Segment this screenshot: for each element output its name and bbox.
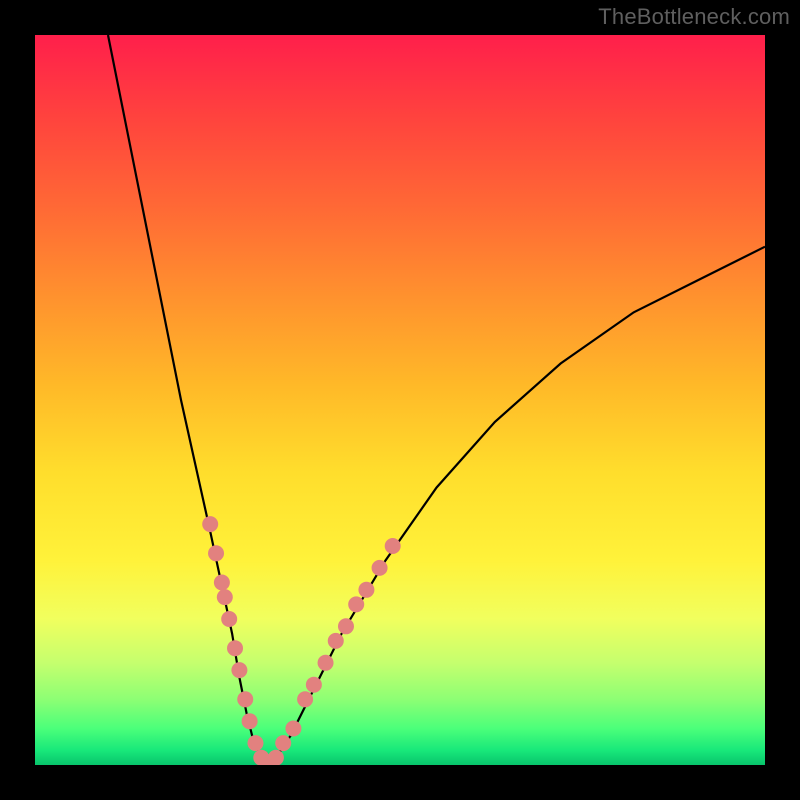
chart-svg xyxy=(35,35,765,765)
scatter-point xyxy=(237,691,253,707)
scatter-point xyxy=(328,633,344,649)
scatter-points xyxy=(202,516,401,765)
scatter-point xyxy=(348,596,364,612)
watermark-text: TheBottleneck.com xyxy=(598,4,790,30)
scatter-point xyxy=(202,516,218,532)
scatter-point xyxy=(227,640,243,656)
scatter-point xyxy=(214,575,230,591)
chart-frame: TheBottleneck.com xyxy=(0,0,800,800)
scatter-point xyxy=(385,538,401,554)
scatter-point xyxy=(242,713,258,729)
scatter-point xyxy=(297,691,313,707)
scatter-point xyxy=(268,750,284,765)
scatter-point xyxy=(247,735,263,751)
scatter-point xyxy=(372,560,388,576)
scatter-point xyxy=(358,582,374,598)
scatter-point xyxy=(318,655,334,671)
scatter-point xyxy=(306,677,322,693)
scatter-point xyxy=(208,545,224,561)
plot-area xyxy=(35,35,765,765)
scatter-point xyxy=(221,611,237,627)
scatter-point xyxy=(338,618,354,634)
scatter-point xyxy=(217,589,233,605)
scatter-point xyxy=(275,735,291,751)
scatter-point xyxy=(231,662,247,678)
curve-path xyxy=(108,35,765,765)
scatter-point xyxy=(285,721,301,737)
